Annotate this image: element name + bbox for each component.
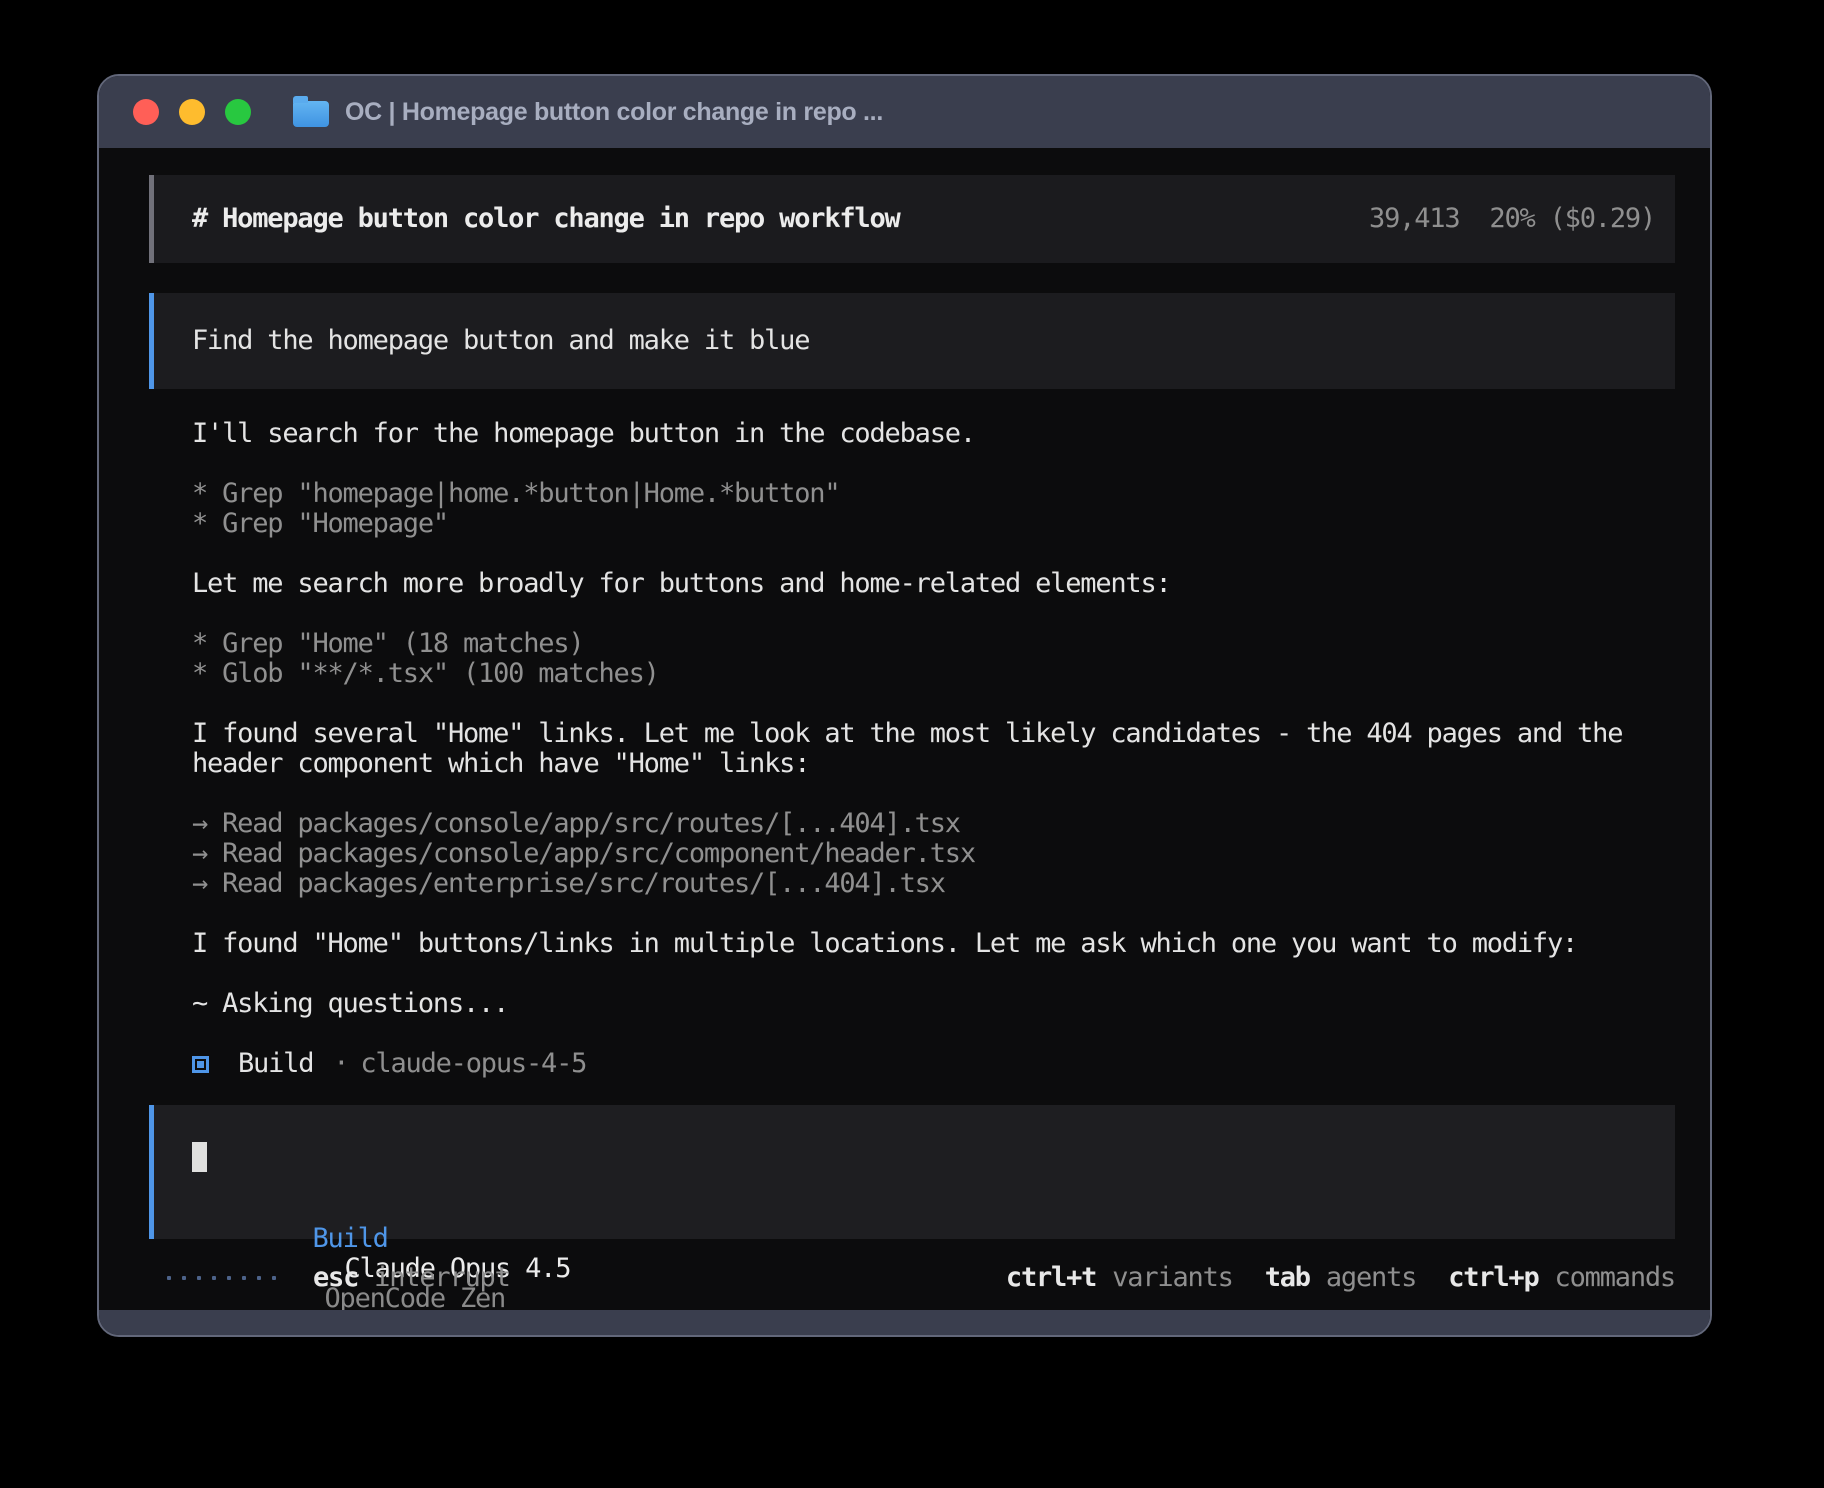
spinner-dot bbox=[272, 1276, 276, 1280]
user-message-text: Find the homepage button and make it blu… bbox=[192, 326, 809, 356]
assistant-text: header component which have "Home" links… bbox=[149, 749, 1675, 779]
prompt-input-line[interactable] bbox=[192, 1142, 1655, 1172]
tool-call-group: → Read packages/console/app/src/routes/[… bbox=[149, 809, 1675, 899]
hint-label: agents bbox=[1326, 1263, 1416, 1293]
interrupt-key: esc bbox=[313, 1263, 358, 1293]
assistant-text: Let me search more broadly for buttons a… bbox=[149, 569, 1675, 599]
spinner-dot bbox=[182, 1276, 186, 1280]
interrupt-label: interrupt bbox=[374, 1263, 510, 1293]
status-bar-left: esc interrupt bbox=[149, 1263, 510, 1293]
hint-key: ctrl+p bbox=[1448, 1263, 1538, 1293]
text-cursor bbox=[192, 1142, 207, 1172]
hint-variants: ctrl+t variants bbox=[1006, 1263, 1233, 1293]
assistant-text: I found several "Home" links. Let me loo… bbox=[149, 719, 1675, 749]
hint-label: commands bbox=[1555, 1263, 1675, 1293]
assistant-paragraph: I found several "Home" links. Let me loo… bbox=[149, 719, 1675, 779]
hint-commands: ctrl+p commands bbox=[1448, 1263, 1675, 1293]
hint-key: tab bbox=[1265, 1263, 1310, 1293]
agent-badge-label: Build bbox=[238, 1049, 313, 1079]
assistant-paragraph: I found "Home" buttons/links in multiple… bbox=[149, 929, 1675, 959]
tool-call-group: * Grep "Home" (18 matches) * Glob "**/*.… bbox=[149, 629, 1675, 689]
close-button[interactable] bbox=[133, 99, 159, 125]
hint-key: ctrl+t bbox=[1006, 1263, 1096, 1293]
hint-label: variants bbox=[1112, 1263, 1232, 1293]
agent-badge-separator: · bbox=[333, 1049, 348, 1079]
tool-call-grep: * Grep "homepage|home.*button|Home.*butt… bbox=[149, 479, 1675, 509]
tool-call-grep: * Grep "Homepage" bbox=[149, 509, 1675, 539]
session-header: # Homepage button color change in repo w… bbox=[149, 175, 1675, 263]
assistant-text: I'll search for the homepage button in t… bbox=[149, 419, 1675, 449]
zoom-button[interactable] bbox=[225, 99, 251, 125]
folder-icon bbox=[293, 101, 329, 127]
tool-call-grep: * Grep "Home" (18 matches) bbox=[149, 629, 1675, 659]
hint-agents: tab agents bbox=[1265, 1263, 1417, 1293]
tool-call-read: → Read packages/enterprise/src/routes/[.… bbox=[149, 869, 1675, 899]
assistant-paragraph: Let me search more broadly for buttons a… bbox=[149, 569, 1675, 599]
user-message: Find the homepage button and make it blu… bbox=[149, 293, 1675, 389]
active-agent[interactable]: Build bbox=[312, 1223, 387, 1254]
window-title: OC | Homepage button color change in rep… bbox=[345, 98, 883, 127]
tool-call-read: → Read packages/console/app/src/routes/[… bbox=[149, 809, 1675, 839]
status-bar-right: ctrl+t variants tab agents ctrl+p comman… bbox=[1006, 1263, 1675, 1293]
status-line: ~ Asking questions... bbox=[149, 989, 1675, 1019]
traffic-lights bbox=[133, 99, 251, 125]
spinner-dot bbox=[242, 1276, 246, 1280]
tool-call-glob: * Glob "**/*.tsx" (100 matches) bbox=[149, 659, 1675, 689]
tool-call-read: → Read packages/console/app/src/componen… bbox=[149, 839, 1675, 869]
asking-questions-status: ~ Asking questions... bbox=[149, 989, 1675, 1019]
terminal-window: OC | Homepage button color change in rep… bbox=[97, 74, 1712, 1337]
spinner-dot bbox=[167, 1276, 171, 1280]
agent-badge-model: claude-opus-4-5 bbox=[360, 1049, 586, 1079]
prompt-input[interactable]: Build Claude Opus 4.5 OpenCode Zen bbox=[149, 1105, 1675, 1239]
terminal-content: # Homepage button color change in repo w… bbox=[99, 148, 1710, 1310]
assistant-text: I found "Home" buttons/links in multiple… bbox=[149, 929, 1675, 959]
agent-square-icon bbox=[192, 1056, 209, 1073]
context-usage: 20% ($0.29) bbox=[1489, 203, 1655, 234]
spinner-dot bbox=[197, 1276, 201, 1280]
session-stats: 39,413 20% ($0.29) bbox=[1369, 204, 1655, 234]
input-status-row: Build Claude Opus 4.5 OpenCode Zen bbox=[192, 1194, 1655, 1224]
spinner-dot bbox=[227, 1276, 231, 1280]
token-count: 39,413 bbox=[1369, 203, 1459, 234]
tool-call-group: * Grep "homepage|home.*button|Home.*butt… bbox=[149, 479, 1675, 539]
window-bottom-edge bbox=[99, 1310, 1710, 1335]
working-spinner bbox=[167, 1276, 276, 1280]
spinner-dot bbox=[212, 1276, 216, 1280]
status-bar: esc interrupt ctrl+t variants tab agents… bbox=[149, 1263, 1675, 1293]
agent-badge: Build · claude-opus-4-5 bbox=[149, 1049, 1675, 1079]
titlebar[interactable]: OC | Homepage button color change in rep… bbox=[99, 76, 1710, 148]
minimize-button[interactable] bbox=[179, 99, 205, 125]
assistant-paragraph: I'll search for the homepage button in t… bbox=[149, 419, 1675, 449]
spinner-dot bbox=[257, 1276, 261, 1280]
session-title: # Homepage button color change in repo w… bbox=[192, 204, 900, 234]
